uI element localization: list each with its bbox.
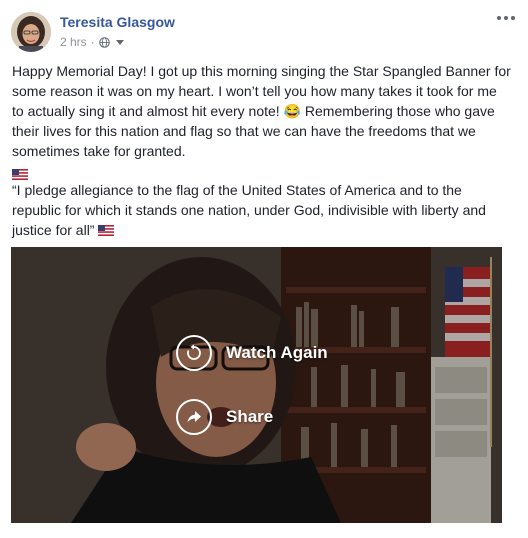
video-end-overlay xyxy=(11,247,502,523)
privacy-dropdown-icon[interactable] xyxy=(115,39,124,45)
share-label: Share xyxy=(226,407,274,426)
us-flag-icon xyxy=(98,225,115,236)
meta-separator: · xyxy=(90,35,95,49)
share-icon-circle xyxy=(176,399,212,435)
video-player[interactable]: Watch Again Share xyxy=(11,247,502,523)
avatar-image xyxy=(11,12,51,52)
more-dot-icon xyxy=(504,16,508,20)
replay-icon-circle xyxy=(176,335,212,371)
post-meta: 2 hrs · xyxy=(60,35,124,49)
post-text-paragraph-1: Happy Memorial Day! I got up this mornin… xyxy=(12,63,511,159)
post-text-paragraph-2: “I pledge allegiance to the flag of the … xyxy=(12,180,512,240)
facebook-post: Teresita Glasgow 2 hrs · Happy Memorial … xyxy=(0,0,528,538)
avatar[interactable] xyxy=(11,12,51,52)
more-options-button[interactable] xyxy=(496,12,516,24)
watch-again-label: Watch Again xyxy=(226,343,328,362)
share-button[interactable]: Share xyxy=(176,399,273,435)
us-flag-icon xyxy=(12,169,28,180)
more-dot-icon xyxy=(511,16,515,20)
replay-icon xyxy=(187,344,201,360)
globe-icon xyxy=(98,36,110,48)
pledge-quote: “I pledge allegiance to the flag of the … xyxy=(12,182,486,238)
post-timestamp[interactable]: 2 hrs xyxy=(60,35,87,49)
share-arrow-icon xyxy=(187,411,201,423)
author-name[interactable]: Teresita Glasgow xyxy=(60,14,175,30)
more-dot-icon xyxy=(497,16,501,20)
watch-again-button[interactable]: Watch Again xyxy=(176,335,328,371)
